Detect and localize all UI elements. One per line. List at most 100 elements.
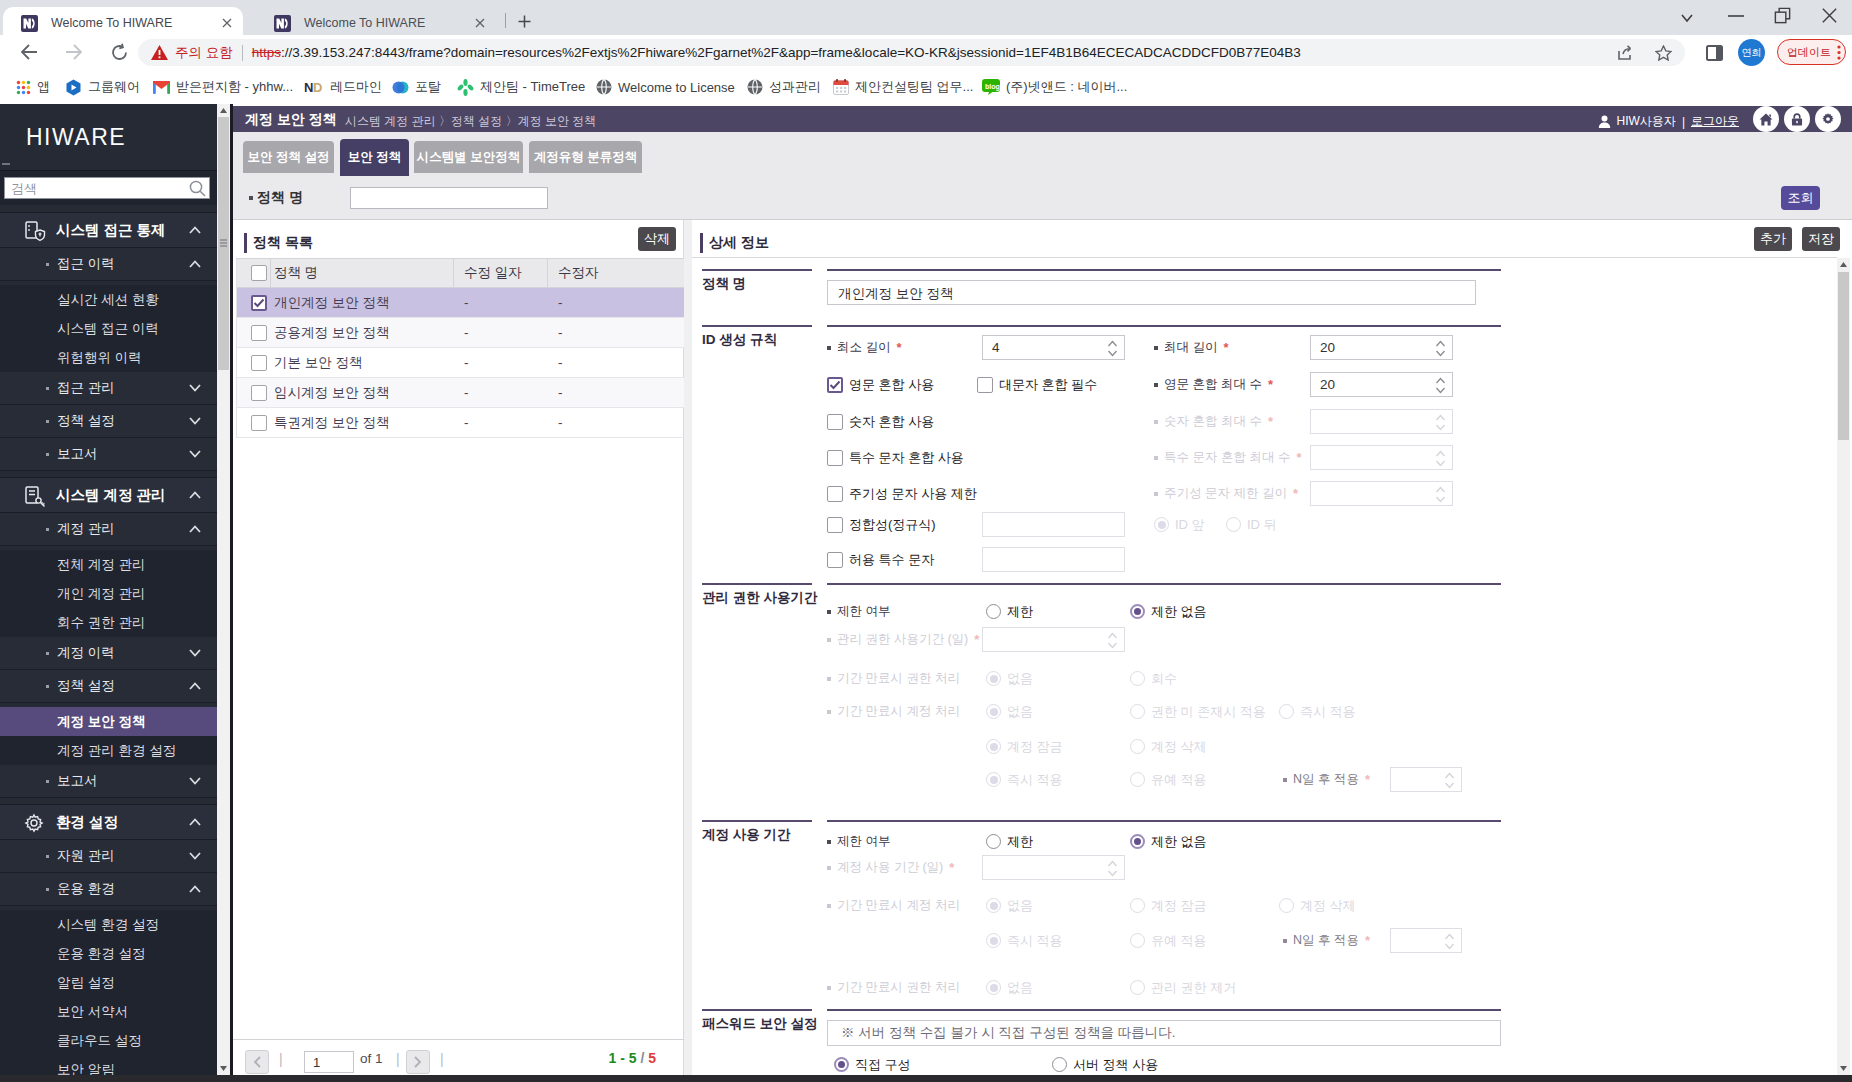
row-checkbox[interactable] [251,415,267,431]
prev-page-button[interactable] [245,1050,269,1074]
sidebar-item-account-management[interactable]: 계정 관리 [0,513,217,546]
scrollbar-down-arrow[interactable] [217,1062,230,1075]
bookmark-consulting[interactable]: 제안컨설팅팀 업무... [833,70,973,104]
bookmark-gmail[interactable]: 받은편지함 - yhhw... [153,70,293,104]
sidebar-item-access-management[interactable]: 접근 관리 [0,372,217,405]
delete-button[interactable]: 삭제 [638,227,676,251]
scrollbar-down-arrow[interactable] [1837,1062,1850,1075]
sidebar-item-resource-management[interactable]: 자원 관리 [0,840,217,873]
bookmark-redmine[interactable]: ND 레드마인 [304,70,382,104]
sidebar-item-cloud-settings[interactable]: 클라우드 설정 [0,1026,217,1055]
add-button[interactable]: 추가 [1754,227,1792,251]
spinner-arrows-icon[interactable] [1435,339,1446,358]
browser-tab-inactive[interactable]: Welcome To HIWARE [256,7,496,35]
scrollbar-up-arrow[interactable] [217,104,230,117]
scrollbar-thumb[interactable] [218,117,229,370]
admin-no-limit-radio-selected[interactable] [1130,604,1145,619]
regex-checkbox[interactable] [827,517,843,533]
row-checkbox-checked[interactable] [251,295,267,311]
sidebar-item-risk-history[interactable]: 위험행위 이력 [0,343,217,372]
spinner-arrows-icon[interactable] [1107,859,1118,878]
reload-icon[interactable] [110,43,129,62]
account-limit-radio[interactable] [986,834,1001,849]
url-bar[interactable]: 주의 요함 https://3.39.153.247:8443/frame?do… [138,39,1685,66]
sidebar-item-policy-settings-1[interactable]: 정책 설정 [0,405,217,438]
table-row[interactable]: 특권계정 보안 정책 - - [237,408,684,438]
direct-config-radio-selected[interactable] [834,1057,849,1072]
sidebar-item-environment-settings[interactable]: 환경 설정 [0,804,217,840]
table-row[interactable]: 기본 보안 정책 - - [237,348,684,378]
side-panel-icon[interactable] [1706,45,1723,61]
bookmark-apps[interactable]: 앱 [16,70,50,104]
num-mix-checkbox[interactable] [827,414,843,430]
spinner-arrows-icon[interactable] [1435,413,1446,432]
row-checkbox[interactable] [251,355,267,371]
sidebar-scrollbar[interactable] [217,104,230,1075]
table-row[interactable]: 임시계정 보안 정책 - - [237,378,684,408]
sidebar-item-operating-env-settings[interactable]: 운용 환경 설정 [0,939,217,968]
spinner-arrows-icon[interactable] [1107,339,1118,358]
spinner-arrows-icon[interactable] [1435,449,1446,468]
home-button[interactable] [1753,106,1779,132]
next-page-button[interactable] [406,1050,430,1074]
table-row[interactable]: 공용계정 보안 정책 - - [237,318,684,348]
special-mix-checkbox[interactable] [827,450,843,466]
bookmark-star-icon[interactable] [1655,45,1672,61]
sidebar-item-alert-settings[interactable]: 알림 설정 [0,968,217,997]
bookmark-performance[interactable]: 성과관리 [747,70,821,104]
window-minimize-icon[interactable] [1727,14,1745,18]
max-length-spinner[interactable]: 20 [1310,335,1453,360]
detail-scrollbar[interactable] [1837,258,1850,1075]
save-button[interactable]: 저장 [1802,227,1840,251]
sidebar-item-all-accounts[interactable]: 전체 계정 관리 [0,550,217,579]
sidebar-item-report-2[interactable]: 보고서 [0,765,217,798]
select-all-checkbox[interactable] [251,265,267,281]
upper-required-checkbox[interactable] [977,377,993,393]
panel-splitter[interactable] [684,220,692,1075]
sidebar-item-access-history[interactable]: 접근 이력 [0,248,217,281]
cyclic-checkbox[interactable] [827,486,843,502]
account-no-limit-radio-selected[interactable] [1130,834,1145,849]
tab-account-type-policy[interactable]: 계정유형 분류정책 [529,141,642,173]
spinner-arrows-icon[interactable] [1107,631,1118,650]
regex-input[interactable] [982,512,1125,537]
sidebar-item-system-access-control[interactable]: 시스템 접근 통제 [0,212,217,248]
row-checkbox[interactable] [251,385,267,401]
sidebar-item-personal-accounts[interactable]: 개인 계정 관리 [0,579,217,608]
policy-name-filter-input[interactable] [350,187,548,209]
back-icon[interactable] [19,43,39,61]
sidebar-item-system-env-settings[interactable]: 시스템 환경 설정 [0,910,217,939]
sidebar-item-policy-settings-2[interactable]: 정책 설정 [0,670,217,703]
sidebar-item-system-access-history[interactable]: 시스템 접근 이력 [0,314,217,343]
bookmark-timetree[interactable]: 제안팀 - TimeTree [457,70,585,104]
min-length-spinner[interactable]: 4 [982,335,1125,360]
row-checkbox[interactable] [251,325,267,341]
window-close-icon[interactable] [1820,6,1839,25]
page-number-input[interactable]: 1 [304,1051,354,1073]
bookmark-groupware[interactable]: 그룹웨어 [65,70,140,104]
table-row[interactable]: 개인계정 보안 정책 - - [237,288,684,318]
settings-button[interactable] [1815,106,1841,132]
window-chevron-icon[interactable] [1678,9,1696,27]
scrollbar-thumb[interactable] [1838,272,1849,440]
forward-icon[interactable] [64,43,84,61]
tab-close-icon[interactable] [218,15,235,32]
sidebar-item-report-1[interactable]: 보고서 [0,438,217,471]
policy-name-input[interactable]: 개인계정 보안 정책 [827,280,1476,305]
allowed-special-input[interactable] [982,547,1125,572]
allowed-special-checkbox[interactable] [827,552,843,568]
sidebar-item-security-pledge[interactable]: 보안 서약서 [0,997,217,1026]
spinner-arrows-icon[interactable] [1444,932,1455,951]
search-icon[interactable] [189,180,206,197]
sidebar-item-account-security-policy[interactable]: 계정 보안 정책 [0,707,217,736]
spinner-arrows-icon[interactable] [1435,485,1446,504]
sidebar-item-security-alert[interactable]: 보안 알림 [0,1055,217,1075]
tab-system-security-policy[interactable]: 시스템별 보안정책 [414,141,523,173]
spinner-arrows-icon[interactable] [1444,771,1455,790]
spinner-arrows-icon[interactable] [1435,376,1446,395]
admin-limit-radio[interactable] [986,604,1001,619]
scrollbar-up-arrow[interactable] [1837,258,1850,271]
security-warning-label[interactable]: 주의 요함 [175,44,233,62]
sidebar-item-revoke-permission[interactable]: 회수 권한 관리 [0,608,217,637]
sidebar-item-operating-env[interactable]: 운용 환경 [0,873,217,906]
